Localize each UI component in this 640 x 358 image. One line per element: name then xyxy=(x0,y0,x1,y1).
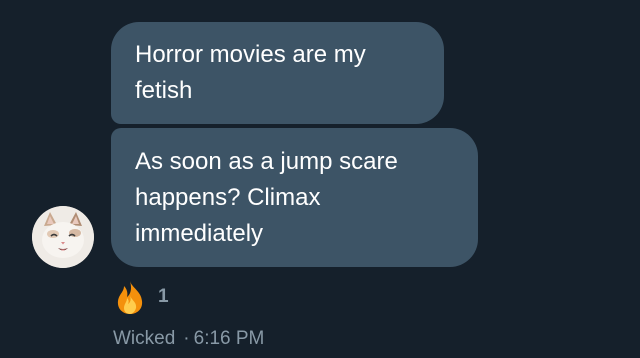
message-timestamp: 6:16 PM xyxy=(193,328,265,349)
reaction-pill[interactable]: 1 xyxy=(112,278,169,316)
message-text-line: As soon as a jump scare xyxy=(135,147,398,175)
cat-avatar-image xyxy=(32,206,94,268)
fire-emoji-icon xyxy=(117,281,143,314)
message-text-line: fetish xyxy=(135,77,193,104)
message-bubble[interactable]: Horror movies are my fetish xyxy=(111,22,444,124)
message-meta: Wicked · 6:16 PM xyxy=(113,327,264,351)
reaction-count: 1 xyxy=(158,286,169,307)
sender-name[interactable]: Wicked xyxy=(113,328,175,349)
avatar[interactable] xyxy=(32,206,94,268)
message-text-line: Horror movies are my xyxy=(135,41,366,68)
message-bubble[interactable]: As soon as a jump scare happens? Climax … xyxy=(111,128,478,267)
message-text-line: immediately xyxy=(135,219,264,247)
message-text-line: happens? Climax xyxy=(135,183,321,211)
meta-separator: · xyxy=(183,328,190,349)
dm-conversation: Horror movies are my fetish As soon as a… xyxy=(0,0,640,358)
